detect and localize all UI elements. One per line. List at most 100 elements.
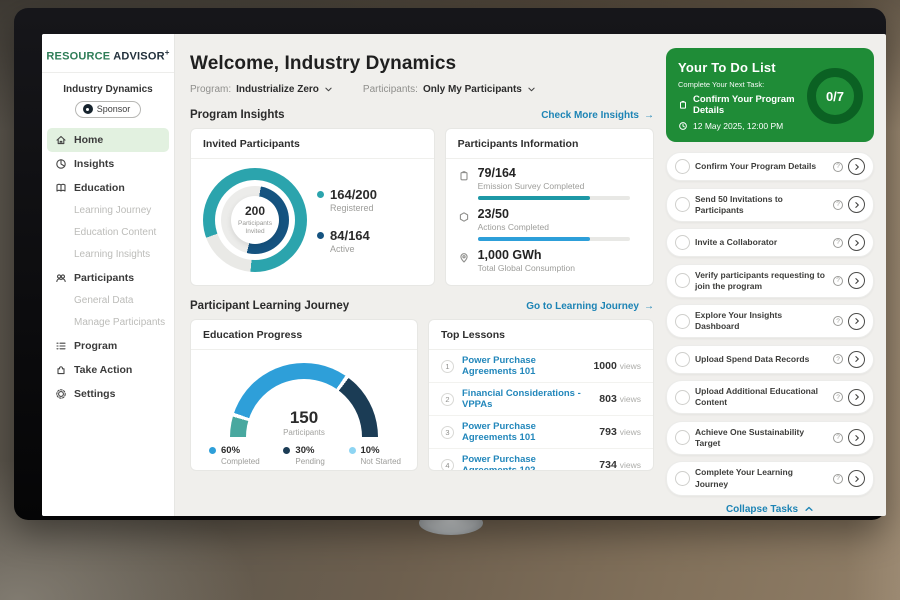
sidebar-item-education-content[interactable]: Education Content [42,222,174,244]
participants-select[interactable]: Participants: Only My Participants [363,84,536,95]
task-go-button[interactable] [848,234,865,251]
education-progress-card: Education Progress 150 Participants [190,319,418,471]
sidebar-item-insights[interactable]: Insights [42,152,174,176]
gauge-legend: 60% Completed 30% Pending [191,437,417,466]
main-content: Welcome, Industry Dynamics Program: Indu… [175,34,664,516]
sponsor-badge[interactable]: Sponsor [75,101,142,118]
task-upload-spend-data[interactable]: Upload Spend Data Records ? [666,345,874,374]
chevron-right-icon [853,277,861,285]
chevron-right-icon [853,201,861,209]
lesson-row-2[interactable]: 2 Financial Considerations - VPPAs 803 v… [429,383,653,416]
sidebar-item-participants[interactable]: Participants [42,266,174,290]
sidebar-item-general-data[interactable]: General Data [42,290,174,312]
progress-track [478,196,630,200]
help-icon[interactable]: ? [833,162,843,172]
book-icon [55,182,67,194]
lesson-row-4[interactable]: 4 Power Purchase Agreements 102 734 view… [429,449,653,471]
legend-dot [283,447,290,454]
card-title: Participants Information [446,129,653,159]
page-title: Welcome, Industry Dynamics [190,53,654,75]
task-achieve-sustainability-target[interactable]: Achieve One Sustainability Target ? [666,421,874,455]
help-icon[interactable]: ? [833,354,843,364]
participants-label: Participants: [363,84,418,95]
progress-fill [478,196,590,200]
task-verify-participants[interactable]: Verify participants requesting to join t… [666,264,874,298]
lesson-link[interactable]: Financial Considerations - VPPAs [462,388,591,410]
task-confirm-program-details[interactable]: Confirm Your Program Details ? [666,152,874,181]
help-icon[interactable]: ? [833,474,843,484]
gauge-center-label: Participants [230,428,378,437]
sidebar-item-settings[interactable]: Settings [42,382,174,406]
help-icon[interactable]: ? [833,200,843,210]
lesson-link[interactable]: Power Purchase Agreements 101 [462,421,591,443]
clock-icon [678,121,688,131]
task-explore-insights[interactable]: Explore Your Insights Dashboard ? [666,304,874,338]
chevron-right-icon [853,163,861,171]
legend-pending: 30% Pending [283,445,324,466]
arrow-right-icon: → [644,301,654,312]
section-title-program-insights: Program Insights [190,109,285,121]
pie-icon [55,158,67,170]
collapse-tasks-link[interactable]: Collapse Tasks [666,504,874,515]
help-icon[interactable]: ? [833,238,843,248]
task-go-button[interactable] [848,313,865,330]
checkbox[interactable] [675,430,690,445]
go-to-learning-journey-link[interactable]: Go to Learning Journey → [526,301,654,312]
chevron-up-icon [804,504,814,514]
task-upload-educational-content[interactable]: Upload Additional Educational Content ? [666,380,874,414]
lesson-row-1[interactable]: 1 Power Purchase Agreements 101 1000 vie… [429,350,653,383]
task-go-button[interactable] [848,272,865,289]
legend-dot [317,232,324,239]
checkbox[interactable] [675,352,690,367]
sidebar-item-program[interactable]: Program [42,334,174,358]
clipboard-icon [458,170,470,182]
sidebar-item-home[interactable]: Home [47,128,169,152]
task-go-button[interactable] [848,351,865,368]
todo-next-task[interactable]: Confirm Your Program Details [678,94,816,116]
program-insights-header: Program Insights Check More Insights → [190,109,654,121]
help-icon[interactable]: ? [833,433,843,443]
logo-advisor: ADVISOR [113,51,165,63]
lesson-link[interactable]: Power Purchase Agreements 102 [462,454,591,471]
chevron-right-icon [853,317,861,325]
task-complete-learning-journey[interactable]: Complete Your Learning Journey ? [666,461,874,495]
checkbox[interactable] [675,159,690,174]
sidebar: RESOURCE ADVISOR+ Industry Dynamics Spon… [42,34,175,516]
checkbox[interactable] [675,390,690,405]
app-logo[interactable]: RESOURCE ADVISOR+ [42,42,174,73]
task-send-invitations[interactable]: Send 50 Invitations to Participants ? [666,188,874,222]
rank-badge: 4 [441,459,454,472]
help-icon[interactable]: ? [833,392,843,402]
program-label: Program: [190,84,231,95]
checkbox[interactable] [675,471,690,486]
todo-summary-card: Your To Do List Complete Your Next Task:… [666,48,874,142]
checkbox[interactable] [675,235,690,250]
clipboard-icon [678,100,688,110]
help-icon[interactable]: ? [833,316,843,326]
action-icon [458,211,470,223]
progress-track [478,237,630,241]
program-select[interactable]: Program: Industrialize Zero [190,84,333,95]
sidebar-item-manage-participants[interactable]: Manage Participants [42,312,174,334]
program-value: Industrialize Zero [236,84,319,95]
lesson-link[interactable]: Power Purchase Agreements 101 [462,355,585,377]
checkbox[interactable] [675,273,690,288]
task-invite-collaborator[interactable]: Invite a Collaborator ? [666,228,874,257]
task-go-button[interactable] [848,429,865,446]
checkbox[interactable] [675,314,690,329]
task-go-button[interactable] [848,196,865,213]
sidebar-item-education[interactable]: Education [42,176,174,200]
puzzle-icon [55,364,67,376]
app-window: RESOURCE ADVISOR+ Industry Dynamics Spon… [42,34,886,516]
sidebar-item-learning-insights[interactable]: Learning Insights [42,244,174,266]
gauge-center-value: 150 [230,408,378,428]
task-go-button[interactable] [848,389,865,406]
sidebar-item-take-action[interactable]: Take Action [42,358,174,382]
help-icon[interactable]: ? [833,276,843,286]
lesson-row-3[interactable]: 3 Power Purchase Agreements 101 793 view… [429,416,653,449]
task-go-button[interactable] [848,470,865,487]
checkbox[interactable] [675,197,690,212]
check-more-insights-link[interactable]: Check More Insights → [541,110,654,121]
task-go-button[interactable] [848,158,865,175]
sidebar-item-learning-journey[interactable]: Learning Journey [42,200,174,222]
